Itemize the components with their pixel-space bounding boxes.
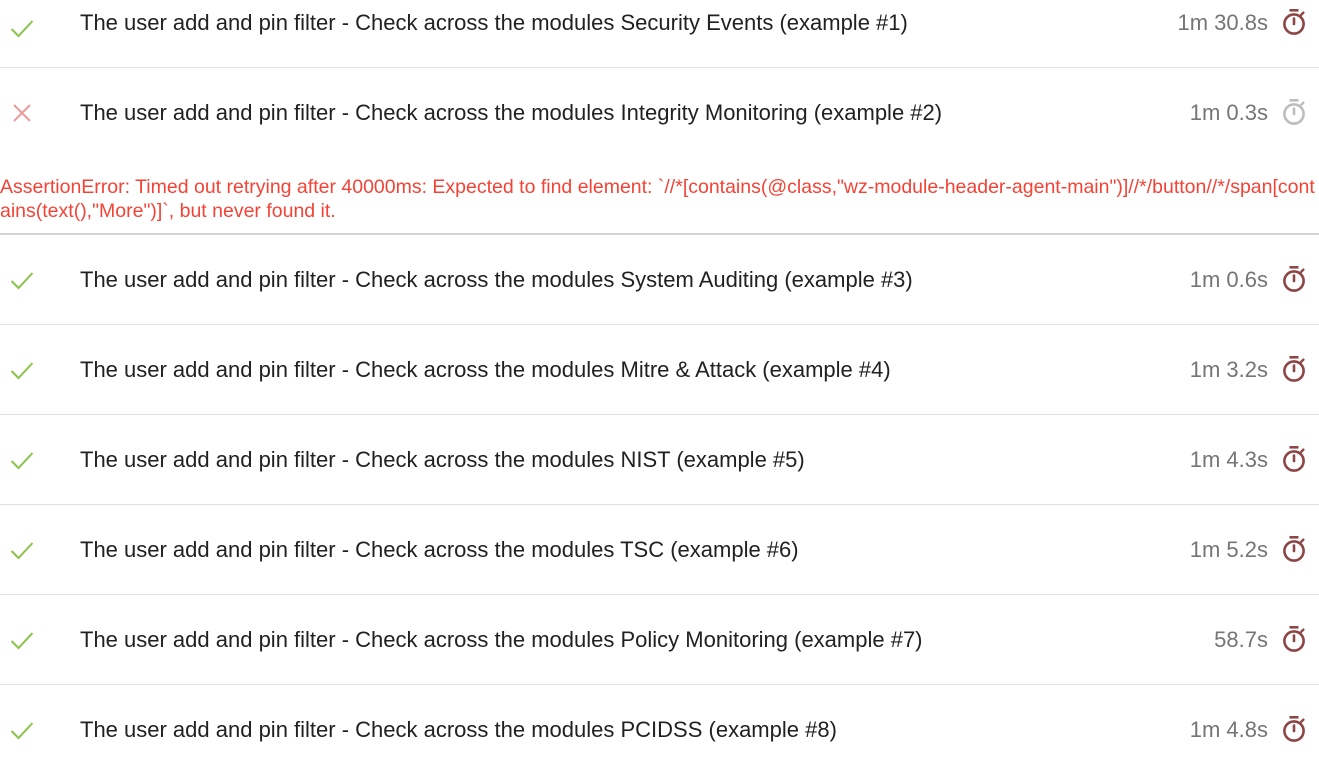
test-row[interactable]: The user add and pin filter - Check acro…: [0, 685, 1319, 775]
check-icon: [10, 718, 34, 742]
test-title: The user add and pin filter - Check acro…: [80, 357, 891, 382]
check-icon: [10, 628, 34, 652]
test-duration: 1m 4.3s: [1189, 447, 1268, 472]
test-title: The user add and pin filter - Check acro…: [80, 267, 913, 292]
test-duration: 1m 5.2s: [1189, 537, 1268, 562]
test-duration: 1m 3.2s: [1189, 357, 1268, 382]
check-icon: [10, 16, 34, 40]
test-results-list: The user add and pin filter - Check acro…: [0, 0, 1319, 775]
stopwatch-icon: [1281, 445, 1307, 473]
cross-icon: [10, 101, 34, 125]
test-row[interactable]: The user add and pin filter - Check acro…: [0, 68, 1319, 235]
test-row[interactable]: The user add and pin filter - Check acro…: [0, 595, 1319, 685]
check-icon: [10, 448, 34, 472]
test-title: The user add and pin filter - Check acro…: [80, 10, 908, 35]
test-duration: 1m 0.3s: [1189, 100, 1268, 125]
test-title: The user add and pin filter - Check acro…: [80, 447, 805, 472]
stopwatch-icon: [1281, 535, 1307, 563]
stopwatch-icon: [1281, 355, 1307, 383]
test-row[interactable]: The user add and pin filter - Check acro…: [0, 235, 1319, 325]
test-title: The user add and pin filter - Check acro…: [80, 717, 837, 742]
test-row[interactable]: The user add and pin filter - Check acro…: [0, 325, 1319, 415]
test-duration: 1m 4.8s: [1189, 717, 1268, 742]
check-icon: [10, 358, 34, 382]
error-message: AssertionError: Timed out retrying after…: [0, 176, 1315, 222]
test-title: The user add and pin filter - Check acro…: [80, 537, 799, 562]
test-duration: 1m 0.6s: [1189, 267, 1268, 292]
test-title: The user add and pin filter - Check acro…: [80, 100, 943, 125]
stopwatch-icon: [1281, 98, 1307, 126]
stopwatch-icon: [1281, 715, 1307, 743]
check-icon: [10, 538, 34, 562]
test-duration: 1m 30.8s: [1177, 10, 1269, 35]
check-icon: [10, 268, 34, 292]
test-row[interactable]: The user add and pin filter - Check acro…: [0, 415, 1319, 505]
test-duration: 58.7s: [1214, 627, 1268, 652]
stopwatch-icon: [1281, 8, 1307, 36]
test-title: The user add and pin filter - Check acro…: [80, 627, 923, 652]
stopwatch-icon: [1281, 625, 1307, 653]
stopwatch-icon: [1281, 265, 1307, 293]
test-row[interactable]: The user add and pin filter - Check acro…: [0, 505, 1319, 595]
test-row[interactable]: The user add and pin filter - Check acro…: [0, 0, 1319, 68]
